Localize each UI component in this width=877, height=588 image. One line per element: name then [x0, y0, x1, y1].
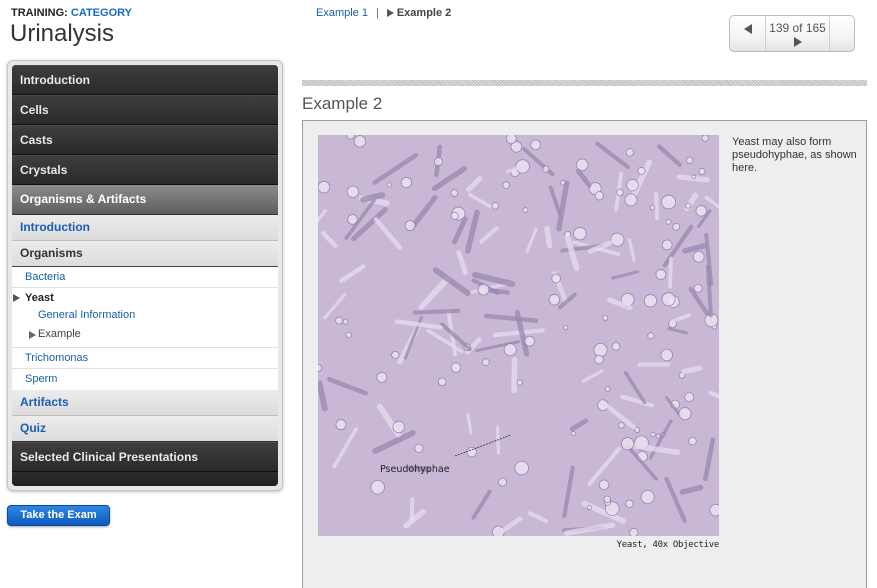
microscope-image: Pseudohyphae: [318, 135, 719, 536]
content-title: Example 2: [302, 94, 383, 113]
section-divider: [302, 80, 867, 86]
sidebar-item-selected-clinical-presentations[interactable]: Selected Clinical Presentations: [12, 442, 278, 472]
category-link[interactable]: CATEGORY: [71, 7, 132, 19]
list-item-yeast[interactable]: Yeast: [12, 288, 278, 306]
next-page-button[interactable]: [793, 37, 802, 47]
yeast-label: Yeast: [25, 292, 54, 304]
list-item-trichomonas[interactable]: Trichomonas: [12, 348, 278, 369]
page-title: Urinalysis: [10, 20, 115, 47]
prev-page-button[interactable]: [730, 16, 766, 51]
breadcrumb-current-label: Example 2: [396, 7, 452, 19]
play-arrow-icon: [386, 9, 394, 17]
sidebar-item-organisms-artifacts[interactable]: Organisms & Artifacts: [12, 185, 278, 215]
example-label: Example: [38, 328, 81, 340]
sidebar-item-casts[interactable]: Casts: [12, 125, 278, 155]
current-arrow-icon: [29, 330, 36, 339]
training-label: TRAINING:: [11, 7, 68, 19]
yeast-micrograph: [318, 135, 719, 536]
triangle-left-icon: [743, 24, 752, 34]
sidebar-item-introduction[interactable]: Introduction: [12, 65, 278, 95]
sidebar-footer: [12, 472, 278, 486]
list-item-bacteria[interactable]: Bacteria: [12, 267, 278, 288]
take-exam-button[interactable]: Take the Exam: [7, 505, 110, 526]
subnav-introduction[interactable]: Introduction: [12, 215, 278, 241]
pseudohyphae-label: Pseudohyphae: [380, 464, 450, 475]
subnav-artifacts[interactable]: Artifacts: [12, 390, 278, 416]
breadcrumb-current: Example 2: [386, 7, 452, 19]
training-category-label: TRAINING: CATEGORY: [11, 7, 132, 19]
subnav-organisms[interactable]: Organisms: [12, 241, 278, 267]
image-caption: Yeast, 40x Objective: [616, 540, 720, 550]
subnav-quiz[interactable]: Quiz: [12, 416, 278, 442]
list-item-sperm[interactable]: Sperm: [12, 369, 278, 390]
page-counter-text: 139 of 165: [769, 21, 826, 35]
breadcrumb-separator: |: [375, 7, 379, 19]
page-pager: 139 of 165: [729, 15, 855, 52]
content-panel: Pseudohyphae Yeast, 40x Objective Yeast …: [302, 120, 867, 588]
page-counter: 139 of 165: [766, 16, 830, 51]
sidebar-item-cells[interactable]: Cells: [12, 95, 278, 125]
current-arrow-icon: [13, 294, 20, 302]
list-item-general-information[interactable]: General Information: [12, 306, 278, 325]
list-item-example[interactable]: Example: [12, 325, 278, 344]
sidebar-item-crystals[interactable]: Crystals: [12, 155, 278, 185]
image-description: Yeast may also form pseudohyphae, as sho…: [732, 136, 857, 174]
breadcrumb: Example 1 | Example 2: [316, 7, 451, 19]
organisms-list: Bacteria Yeast General Information Examp…: [12, 267, 278, 390]
breadcrumb-example-1[interactable]: Example 1: [316, 7, 368, 19]
sidebar-nav: Introduction Cells Casts Crystals Organi…: [7, 60, 283, 491]
